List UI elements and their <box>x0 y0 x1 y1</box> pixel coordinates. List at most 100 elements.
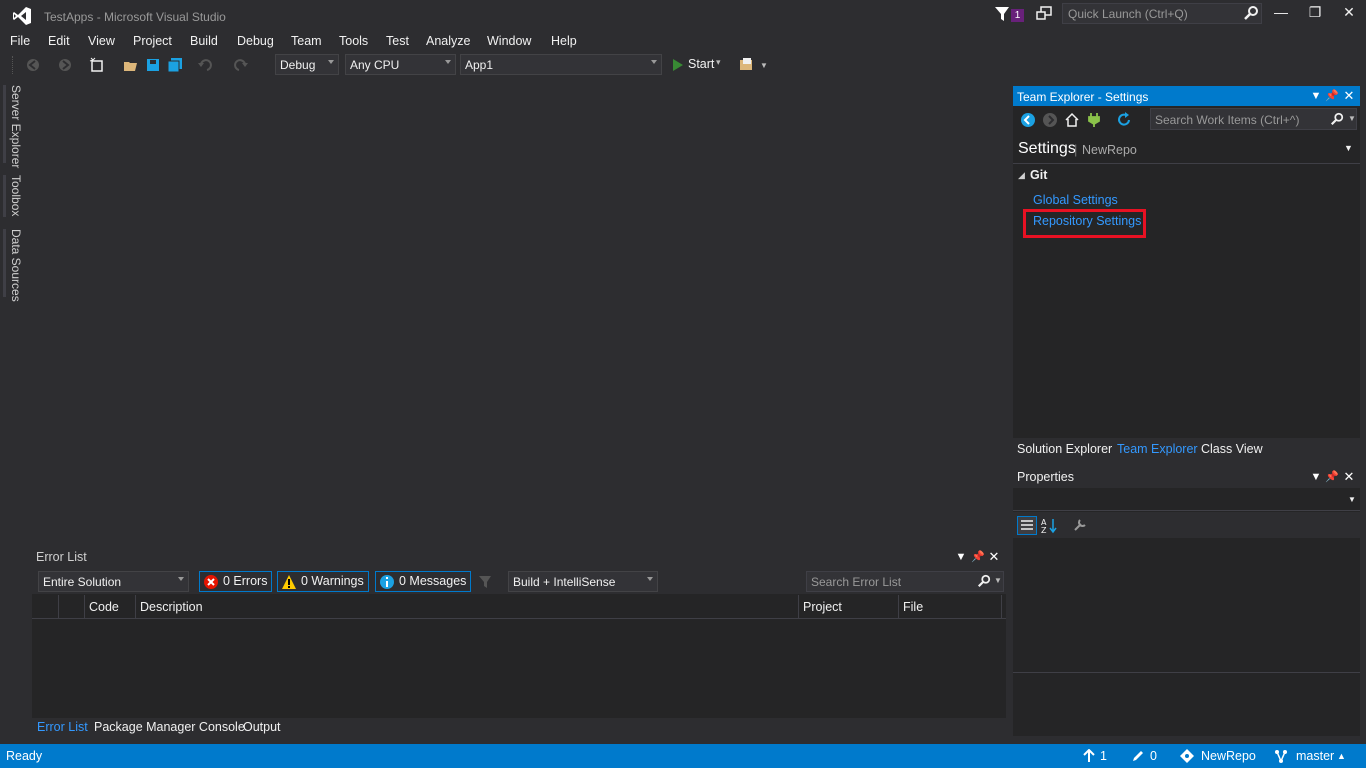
tab-data-sources[interactable]: Data Sources <box>9 229 23 302</box>
close-icon[interactable]: ✕ <box>1342 89 1356 103</box>
window-position-icon[interactable]: ▼ <box>1309 89 1323 103</box>
solution-platform-select[interactable]: Any CPU <box>345 54 456 75</box>
connect-icon[interactable] <box>1086 112 1102 128</box>
menu-build[interactable]: Build <box>190 34 218 48</box>
branch-name[interactable]: master <box>1296 749 1334 763</box>
pin-icon[interactable]: 📌 <box>1325 470 1339 484</box>
window-position-icon[interactable]: ▼ <box>1309 470 1323 484</box>
search-work-items-input[interactable]: Search Work Items (Ctrl+^) <box>1150 108 1357 130</box>
tab-server-explorer[interactable]: Server Explorer <box>9 85 23 168</box>
messages-filter-button[interactable]: 0 Messages <box>375 571 472 592</box>
object-select[interactable]: ▼ <box>1013 489 1360 511</box>
feedback-icon[interactable] <box>1036 6 1054 22</box>
save-icon[interactable] <box>145 57 161 73</box>
column-header-icon[interactable] <box>32 595 59 619</box>
toolbar-options-icon[interactable]: ▼ <box>760 61 768 70</box>
global-settings-link[interactable]: Global Settings <box>1033 193 1118 207</box>
startup-project-select[interactable]: App1 <box>460 54 662 75</box>
find-in-files-icon[interactable] <box>739 57 755 73</box>
tab-team-explorer[interactable]: Team Explorer <box>1117 442 1198 456</box>
window-position-icon[interactable]: ▼ <box>954 550 968 564</box>
close-icon[interactable]: ✕ <box>987 550 1001 564</box>
undo-icon[interactable] <box>197 57 213 73</box>
chevron-down-icon[interactable]: ▼ <box>1348 495 1356 504</box>
new-project-icon[interactable] <box>89 57 105 73</box>
menu-help[interactable]: Help <box>551 34 577 48</box>
menu-test[interactable]: Test <box>386 34 409 48</box>
branch-icon[interactable] <box>1274 749 1288 763</box>
pencil-icon[interactable] <box>1131 749 1145 763</box>
column-header-code[interactable]: Code <box>85 595 136 619</box>
chevron-down-icon <box>328 60 334 64</box>
menu-edit[interactable]: Edit <box>48 34 70 48</box>
forward-icon[interactable] <box>1042 112 1058 128</box>
column-header-line[interactable] <box>59 595 85 619</box>
unpublished-commits-count[interactable]: 1 <box>1100 749 1107 763</box>
menu-debug[interactable]: Debug <box>237 34 274 48</box>
menu-window[interactable]: Window <box>487 34 531 48</box>
section-git[interactable]: Git <box>1030 168 1047 182</box>
navigate-back-icon[interactable] <box>25 57 41 73</box>
search-icon[interactable] <box>1330 112 1344 126</box>
pin-icon[interactable]: 📌 <box>971 550 985 564</box>
solution-configuration-select[interactable]: Debug <box>275 54 339 75</box>
chevron-up-icon[interactable]: ▲ <box>1337 751 1346 761</box>
quick-launch-input[interactable]: Quick Launch (Ctrl+Q) <box>1062 3 1262 24</box>
page-menu-icon[interactable]: ▼ <box>1344 143 1353 153</box>
alphabetical-sort-icon[interactable]: AZ <box>1041 517 1059 534</box>
search-icon[interactable] <box>977 574 991 588</box>
close-icon[interactable]: ✕ <box>1342 470 1356 484</box>
refresh-icon[interactable] <box>1116 112 1132 128</box>
tab-package-manager-console[interactable]: Package Manager Console <box>94 720 245 734</box>
tab-toolbox[interactable]: Toolbox <box>9 175 23 216</box>
column-header-file[interactable]: File <box>899 595 1002 619</box>
property-pages-icon[interactable] <box>1073 518 1087 532</box>
tab-class-view[interactable]: Class View <box>1201 442 1263 456</box>
errors-filter-button[interactable]: 0 Errors <box>199 571 273 592</box>
save-all-icon[interactable] <box>167 57 183 73</box>
redo-icon[interactable] <box>233 57 249 73</box>
repo-name-status[interactable]: NewRepo <box>1201 749 1256 763</box>
search-error-list-input[interactable]: Search Error List <box>806 571 1004 592</box>
menu-view[interactable]: View <box>88 34 115 48</box>
categorized-icon[interactable] <box>1017 516 1037 535</box>
menu-tools[interactable]: Tools <box>339 34 368 48</box>
navigate-forward-icon[interactable] <box>57 57 73 73</box>
pending-changes-count[interactable]: 0 <box>1150 749 1157 763</box>
chevron-down-icon[interactable]: ▾ <box>716 57 721 68</box>
menu-team[interactable]: Team <box>291 34 322 48</box>
menu-file[interactable]: File <box>10 34 30 48</box>
restore-button[interactable]: ❐ <box>1300 4 1330 24</box>
git-repo-icon[interactable] <box>1180 749 1194 763</box>
toolbar-grip[interactable] <box>12 56 16 74</box>
push-arrow-icon[interactable] <box>1082 749 1096 763</box>
chevron-down-icon[interactable]: ▼ <box>994 576 1002 585</box>
menu-analyze[interactable]: Analyze <box>426 34 470 48</box>
column-header-project[interactable]: Project <box>799 595 899 619</box>
repository-settings-link[interactable]: Repository Settings <box>1033 214 1141 228</box>
start-debugging-icon[interactable] <box>670 57 686 73</box>
configuration-value: Debug <box>280 58 316 72</box>
tab-error-list[interactable]: Error List <box>37 720 88 734</box>
clear-filter-icon[interactable] <box>478 574 494 590</box>
search-icon[interactable] <box>1243 5 1259 21</box>
start-button[interactable]: Start <box>688 57 714 71</box>
tab-output[interactable]: Output <box>243 720 281 734</box>
close-button[interactable]: ✕ <box>1334 4 1364 24</box>
collapse-triangle-icon[interactable]: ◢ <box>1018 170 1025 181</box>
open-file-icon[interactable] <box>123 57 139 73</box>
property-grid[interactable] <box>1013 539 1360 673</box>
pin-icon[interactable]: 📌 <box>1325 89 1339 103</box>
home-icon[interactable] <box>1064 112 1080 128</box>
column-header-description[interactable]: Description <box>136 595 799 619</box>
notification-badge[interactable]: 1 <box>1011 9 1024 22</box>
tab-solution-explorer[interactable]: Solution Explorer <box>1017 442 1112 456</box>
editor-area[interactable] <box>30 80 1008 538</box>
minimize-button[interactable]: — <box>1266 4 1296 24</box>
back-icon[interactable] <box>1020 112 1036 128</box>
chevron-down-icon[interactable]: ▼ <box>1348 114 1356 123</box>
warnings-filter-button[interactable]: 0 Warnings <box>277 571 369 592</box>
menu-project[interactable]: Project <box>133 34 172 48</box>
scope-select[interactable]: Entire Solution <box>38 571 189 592</box>
build-source-select[interactable]: Build + IntelliSense <box>508 571 658 592</box>
